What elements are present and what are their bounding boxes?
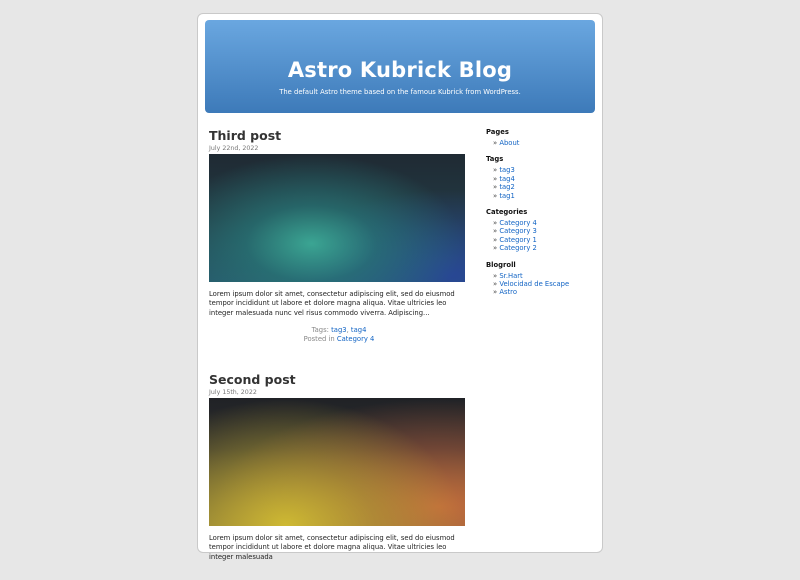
sidebar-tag-link[interactable]: tag2 xyxy=(499,183,514,191)
sidebar-category-link[interactable]: Category 2 xyxy=(499,244,537,252)
sidebar-tag-link[interactable]: tag3 xyxy=(499,166,514,174)
post-category: Posted in Category 4 xyxy=(209,335,469,343)
post-tags: Tags: tag3, tag4 xyxy=(311,326,367,335)
blogroll-link[interactable]: Astro xyxy=(499,288,517,296)
page-container: Astro Kubrick Blog The default Astro the… xyxy=(197,13,603,561)
posted-in-label: Posted in xyxy=(303,334,335,343)
sidebar-heading: Blogroll xyxy=(486,260,516,269)
tag-link[interactable]: tag4 xyxy=(351,326,366,334)
blog-header: Astro Kubrick Blog The default Astro the… xyxy=(205,20,595,113)
sidebar-category-link[interactable]: Category 3 xyxy=(499,227,537,235)
sidebar-tag-link[interactable]: tag1 xyxy=(499,192,514,200)
category-link[interactable]: Category 4 xyxy=(337,335,375,343)
sidebar-heading: Categories xyxy=(486,208,528,217)
sidebar-category-link[interactable]: Category 4 xyxy=(499,219,537,227)
blog-description: The default Astro theme based on the fam… xyxy=(279,88,521,96)
blogroll-link[interactable]: Sr.Hart xyxy=(499,272,522,280)
blogroll-link[interactable]: Velocidad de Escape xyxy=(499,280,569,288)
post: Second post July 15th, 2022 Lorem ipsum … xyxy=(209,372,469,562)
sidebar-heading: Tags xyxy=(486,155,504,164)
tags-label: Tags: xyxy=(311,326,329,335)
sidebar-category-link[interactable]: Category 1 xyxy=(499,236,537,244)
sidebar-pages: Pages About xyxy=(486,128,596,147)
post-image[interactable] xyxy=(209,398,465,527)
post-date: July 15th, 2022 xyxy=(209,389,257,397)
post: Third post July 22nd, 2022 Lorem ipsum d… xyxy=(209,128,469,343)
blog-title[interactable]: Astro Kubrick Blog xyxy=(205,57,595,83)
post-excerpt: Lorem ipsum dolor sit amet, consectetur … xyxy=(209,534,455,561)
post-date: July 22nd, 2022 xyxy=(209,145,259,152)
sidebar: Pages About Tags tag3 tag4 tag2 tag1 Cat… xyxy=(486,128,596,305)
post-image[interactable] xyxy=(209,154,465,282)
tag-link[interactable]: tag3 xyxy=(331,326,346,334)
post-meta: Tags: tag3, tag4 Posted in Category 4 xyxy=(209,326,469,343)
sidebar-categories: Categories Category 4 Category 3 Categor… xyxy=(486,208,596,253)
sidebar-blogroll: Blogroll Sr.Hart Velocidad de Escape Ast… xyxy=(486,261,596,297)
sidebar-tags: Tags tag3 tag4 tag2 tag1 xyxy=(486,155,596,200)
post-list: Third post July 22nd, 2022 Lorem ipsum d… xyxy=(209,128,469,580)
sidebar-link-about[interactable]: About xyxy=(499,139,519,147)
post-title[interactable]: Second post xyxy=(209,372,469,388)
sidebar-tag-link[interactable]: tag4 xyxy=(499,175,514,183)
sidebar-heading: Pages xyxy=(486,128,509,136)
post-title[interactable]: Third post xyxy=(209,128,469,144)
post-excerpt: Lorem ipsum dolor sit amet, consectetur … xyxy=(209,290,455,317)
